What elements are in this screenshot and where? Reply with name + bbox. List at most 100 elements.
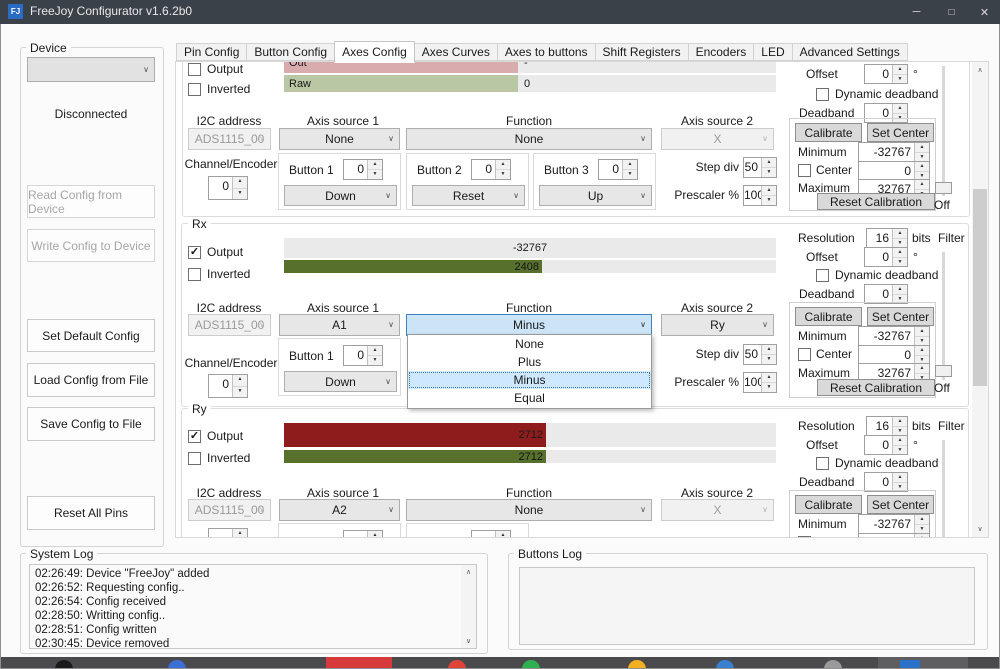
rx-i2c-select[interactable]: ADS1115_00 ∨ [188, 314, 271, 336]
taskbar-icon[interactable] [448, 660, 466, 669]
top-offset-spinner[interactable]: 0 ▲ ▼ [864, 64, 908, 84]
top-inverted-checkbox[interactable] [188, 83, 201, 96]
spinner-down-icon[interactable]: ▼ [233, 386, 247, 397]
set-default-config-button[interactable]: Set Default Config [27, 319, 155, 352]
ry-btn1-spinner[interactable]: ▲▼ [343, 530, 383, 537]
dropdown-option-none[interactable]: None [408, 335, 651, 353]
spinner-up-icon[interactable]: ▲ [893, 248, 907, 258]
ry-src1-select[interactable]: A2 ∨ [279, 499, 400, 521]
top-function-select[interactable]: None ∨ [406, 128, 652, 150]
tab-axes-curves[interactable]: Axes Curves [413, 43, 498, 61]
ry-calibrate-button[interactable]: Calibrate [795, 495, 862, 514]
top-dyndb-checkbox[interactable] [816, 88, 829, 101]
rx-center-spinner[interactable]: 0 ▲ ▼ [858, 345, 930, 365]
scroll-down-icon[interactable]: ∨ [461, 634, 476, 648]
scroll-up-icon[interactable]: ∧ [972, 62, 988, 78]
ry-deadband-spinner[interactable]: 0 ▲ ▼ [864, 472, 908, 492]
spinner-up-icon[interactable]: ▲ [893, 229, 907, 239]
write-config-button[interactable]: Write Config to Device [27, 229, 155, 262]
top-center-spinner[interactable]: 0 ▲ ▼ [858, 161, 930, 181]
spinner-up-icon[interactable]: ▲ [233, 177, 247, 189]
spinner-up-icon[interactable]: ▲ [368, 531, 382, 537]
tab-encoders[interactable]: Encoders [687, 43, 755, 61]
top-setcenter-button[interactable]: Set Center [867, 123, 934, 142]
taskbar-icon[interactable] [522, 660, 540, 669]
rx-filter-slider-track[interactable] [942, 252, 945, 380]
tab-axes-to-buttons[interactable]: Axes to buttons [496, 43, 596, 61]
spinner-up-icon[interactable]: ▲ [915, 180, 929, 190]
top-minimum-spinner[interactable]: -32767 ▲ ▼ [858, 142, 930, 162]
spinner-down-icon[interactable]: ▼ [368, 170, 382, 179]
reset-all-pins-button[interactable]: Reset All Pins [27, 496, 155, 530]
spinner-down-icon[interactable]: ▼ [623, 170, 637, 179]
top-center-checkbox[interactable] [798, 164, 811, 177]
scroll-down-icon[interactable]: ∨ [972, 521, 988, 537]
spinner-up-icon[interactable]: ▲ [893, 285, 907, 295]
read-config-button[interactable]: Read Config from Device [27, 185, 155, 218]
ry-btn2-spinner[interactable]: ▲▼ [471, 530, 511, 537]
tab-advanced-settings[interactable]: Advanced Settings [791, 43, 908, 61]
top-calibrate-button[interactable]: Calibrate [795, 123, 862, 142]
taskbar-icon[interactable] [55, 660, 73, 669]
spinner-down-icon[interactable]: ▼ [762, 383, 776, 392]
tab-axes-config[interactable]: Axes Config [334, 41, 415, 63]
spinner-up-icon[interactable]: ▲ [496, 531, 510, 537]
taskbar-icon[interactable] [900, 660, 920, 669]
rx-stepdiv-spinner[interactable]: 50 ▲ ▼ [743, 344, 777, 365]
spinner-up-icon[interactable]: ▲ [893, 104, 907, 114]
spinner-down-icon[interactable]: ▼ [762, 196, 776, 205]
maximize-button[interactable]: □ [934, 0, 969, 24]
main-scrollbar[interactable]: ∧ ∨ [972, 62, 988, 537]
rx-calibrate-button[interactable]: Calibrate [795, 307, 862, 326]
spinner-up-icon[interactable]: ▲ [915, 143, 929, 153]
spinner-up-icon[interactable]: ▲ [915, 346, 929, 356]
spinner-up-icon[interactable]: ▲ [893, 436, 907, 446]
spinner-down-icon[interactable]: ▼ [233, 188, 247, 199]
spinner-up-icon[interactable]: ▲ [496, 160, 510, 170]
ry-output-checkbox[interactable]: ✓ [188, 430, 201, 443]
spinner-up-icon[interactable]: ▲ [915, 327, 929, 337]
spinner-down-icon[interactable]: ▼ [893, 257, 907, 266]
ry-center-checkbox[interactable] [798, 536, 811, 537]
spinner-up-icon[interactable]: ▲ [762, 186, 776, 196]
tab-shift-registers[interactable]: Shift Registers [594, 43, 689, 61]
system-log-scrollbar[interactable]: ∧ ∨ [461, 565, 476, 648]
rx-offset-spinner[interactable]: 0 ▲ ▼ [864, 247, 908, 267]
tab-pin-config[interactable]: Pin Config [176, 43, 248, 61]
tab-button-config[interactable]: Button Config [246, 43, 336, 61]
rx-inverted-checkbox[interactable] [188, 268, 201, 281]
rx-resetcal-button[interactable]: Reset Calibration [817, 379, 935, 396]
spinner-up-icon[interactable]: ▲ [368, 346, 382, 356]
top-output-checkbox[interactable] [188, 63, 201, 76]
ry-src2-select[interactable]: X ∨ [661, 499, 774, 521]
top-btn2-spinner[interactable]: 0 ▲ ▼ [471, 159, 511, 180]
rx-minimum-spinner[interactable]: -32767 ▲ ▼ [858, 326, 930, 346]
rx-function-select[interactable]: Minus ∨ [406, 314, 652, 336]
spinner-up-icon[interactable]: ▲ [893, 473, 907, 483]
top-filter-slider-thumb[interactable] [935, 182, 952, 194]
ry-minimum-spinner[interactable]: -32767 ▲ ▼ [858, 514, 930, 534]
taskbar-icon[interactable] [824, 660, 842, 669]
rx-resolution-spinner[interactable]: 16 ▲ ▼ [866, 228, 908, 248]
spinner-up-icon[interactable]: ▲ [233, 529, 247, 537]
spinner-up-icon[interactable]: ▲ [233, 375, 247, 387]
spinner-up-icon[interactable]: ▲ [915, 364, 929, 374]
ry-filter-slider-track[interactable] [942, 440, 945, 537]
ry-center-spinner[interactable]: ▲▼ [858, 533, 930, 537]
ry-resolution-spinner[interactable]: 16 ▲ ▼ [866, 416, 908, 436]
dropdown-option-minus[interactable]: Minus [408, 371, 651, 389]
scroll-up-icon[interactable]: ∧ [461, 565, 476, 579]
tab-led[interactable]: LED [753, 43, 793, 61]
top-btn1-spinner[interactable]: 0 ▲ ▼ [343, 159, 383, 180]
rx-filter-slider-thumb[interactable] [935, 365, 952, 377]
taskbar-active-app[interactable] [878, 657, 968, 669]
taskbar-icon[interactable] [628, 660, 646, 669]
spinner-up-icon[interactable]: ▲ [915, 534, 929, 537]
rx-src2-select[interactable]: Ry ∨ [661, 314, 774, 336]
top-btn3-mode-select[interactable]: Up ∨ [539, 185, 652, 206]
spinner-down-icon[interactable]: ▼ [762, 168, 776, 177]
rx-btn1-mode-select[interactable]: Down ∨ [284, 371, 397, 392]
main-scrollbar-thumb[interactable] [973, 189, 987, 386]
top-btn2-mode-select[interactable]: Reset ∨ [412, 185, 525, 206]
top-btn1-mode-select[interactable]: Down ∨ [284, 185, 397, 206]
